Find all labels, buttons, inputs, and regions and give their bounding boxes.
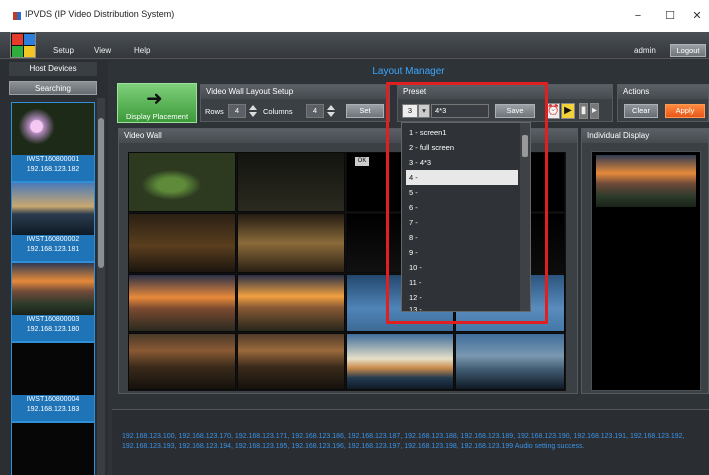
ipvds-app-window: IPVDS (IP Video Distribution System) − ☐…: [0, 0, 709, 475]
individual-display-header: Individual Display: [582, 129, 708, 143]
log-text: 192.168.123.100, 192.168.123.170, 192.16…: [122, 433, 685, 450]
wall-cell[interactable]: [128, 152, 236, 212]
close-button[interactable]: ✕: [683, 6, 709, 26]
display-placement-label: Display Placement: [125, 112, 189, 121]
next-icon[interactable]: ▸: [590, 103, 599, 119]
menu-view[interactable]: View: [94, 46, 111, 55]
menu-bar: Setup View Help admin Logout: [0, 32, 709, 59]
video-wall-layout-setup-group: Video Wall Layout Setup Rows 4 Columns 4…: [200, 84, 390, 122]
device-thumbnail-4[interactable]: IWST160800004 192.168.123.183: [11, 342, 95, 422]
logo-icon: [10, 32, 36, 58]
wall-cell[interactable]: [237, 213, 345, 273]
layout-manager-title: Layout Manager: [372, 66, 445, 77]
arrow-right-icon: ➜: [146, 88, 163, 110]
device-thumbnail-2[interactable]: IWST160800002 192.168.123.181: [11, 182, 95, 262]
device-name: IWST160800003: [26, 316, 80, 323]
app-icon: [13, 12, 21, 20]
wall-cell[interactable]: [237, 333, 345, 390]
title-bar: IPVDS (IP Video Distribution System) − ☐…: [0, 0, 709, 32]
host-devices-panel: Host Devices Searching IWST160800001 192…: [0, 60, 108, 475]
highlight-box: [386, 82, 548, 324]
host-devices-header: Host Devices: [9, 62, 97, 76]
display-placement-button[interactable]: ➜ Display Placement: [117, 83, 197, 123]
ok-label[interactable]: OK: [355, 157, 369, 166]
device-ip: 192.168.123.180: [26, 326, 80, 333]
apply-button[interactable]: Apply: [665, 104, 705, 118]
wall-cell[interactable]: [346, 333, 454, 390]
minimize-button[interactable]: −: [624, 6, 652, 26]
device-name: IWST160800002: [26, 236, 80, 243]
clock-icon[interactable]: ⏰: [546, 103, 560, 119]
actions-group: Actions Clear Apply: [617, 84, 709, 122]
maximize-button[interactable]: ☐: [656, 6, 684, 26]
window-title: IPVDS (IP Video Distribution System): [25, 9, 175, 19]
wall-cell[interactable]: [128, 333, 236, 390]
wall-cell[interactable]: [237, 152, 345, 212]
clear-button[interactable]: Clear: [624, 104, 658, 118]
wall-cell[interactable]: [237, 274, 345, 332]
set-button[interactable]: Set: [346, 104, 384, 118]
menu-help[interactable]: Help: [134, 46, 150, 55]
rows-input[interactable]: 4: [228, 104, 246, 118]
searching-button[interactable]: Searching: [9, 81, 97, 95]
group-header: Video Wall Layout Setup: [201, 85, 389, 99]
wall-cell[interactable]: [128, 274, 236, 332]
columns-label: Columns: [263, 107, 293, 116]
play-icon[interactable]: ▶: [561, 103, 575, 119]
user-label: admin: [634, 46, 656, 55]
device-list-scrollbar[interactable]: [97, 98, 105, 475]
device-thumbnail-1[interactable]: IWST160800001 192.168.123.182: [11, 102, 95, 182]
device-ip: 192.168.123.182: [26, 166, 80, 173]
device-ip: 192.168.123.183: [26, 406, 80, 413]
wall-cell[interactable]: [455, 333, 565, 390]
device-thumbnail-3[interactable]: IWST160800003 192.168.123.180: [11, 262, 95, 342]
device-ip: 192.168.123.181: [26, 246, 80, 253]
status-log: 192.168.123.100, 192.168.123.170, 192.16…: [112, 409, 709, 475]
rows-label: Rows: [205, 107, 224, 116]
menu-setup[interactable]: Setup: [53, 46, 74, 55]
individual-display-preview[interactable]: [596, 155, 696, 207]
remote-icon[interactable]: ▮: [579, 103, 588, 119]
rows-spinner[interactable]: [248, 104, 258, 118]
device-thumbnail-5[interactable]: [11, 422, 95, 475]
group-header: Actions: [618, 85, 708, 99]
columns-input[interactable]: 4: [306, 104, 324, 118]
columns-spinner[interactable]: [326, 104, 336, 118]
wall-cell[interactable]: [128, 213, 236, 273]
device-name: IWST160800001: [26, 156, 80, 163]
logout-button[interactable]: Logout: [670, 44, 706, 57]
device-name: IWST160800004: [26, 396, 80, 403]
